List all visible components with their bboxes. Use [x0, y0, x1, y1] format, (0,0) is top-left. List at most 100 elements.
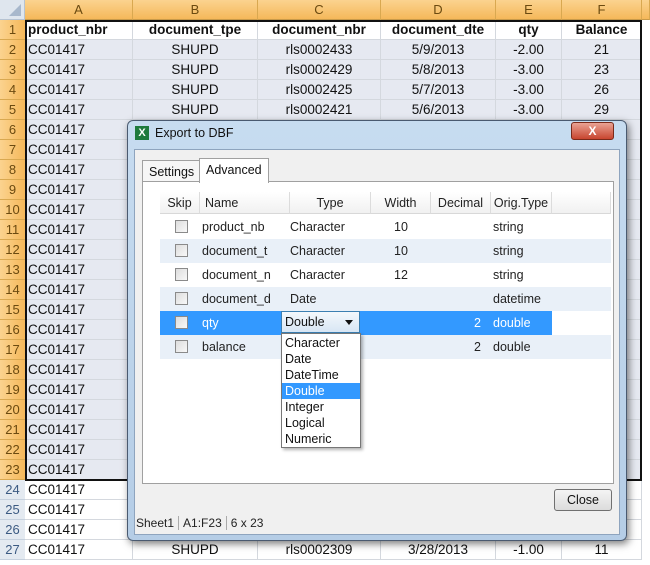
- cell-E3[interactable]: -3.00: [496, 60, 562, 80]
- cell-B27[interactable]: SHUPD: [133, 540, 258, 560]
- skip-checkbox[interactable]: [175, 316, 188, 329]
- field-decimal[interactable]: 2: [441, 311, 481, 335]
- cell-F5[interactable]: 29: [562, 100, 642, 120]
- close-button[interactable]: Close: [554, 489, 612, 511]
- field-type[interactable]: Character: [290, 263, 345, 287]
- column-header-E[interactable]: E: [496, 0, 562, 20]
- row-header[interactable]: 22: [0, 440, 25, 460]
- dialog-titlebar[interactable]: X Export to DBF X: [128, 121, 626, 145]
- cell-D4[interactable]: 5/7/2013: [381, 80, 496, 100]
- cell-A27[interactable]: CC01417: [25, 540, 133, 560]
- grid-header-skip[interactable]: Skip: [160, 192, 200, 214]
- cell-F27[interactable]: 11: [562, 540, 642, 560]
- type-option-date[interactable]: Date: [282, 351, 360, 367]
- type-option-logical[interactable]: Logical: [282, 415, 360, 431]
- field-width[interactable]: 12: [381, 263, 421, 287]
- tab-settings[interactable]: Settings: [142, 160, 202, 182]
- row-header[interactable]: 1: [0, 20, 25, 40]
- cell-A7[interactable]: CC01417: [25, 140, 133, 160]
- cell-F1[interactable]: Balance: [562, 20, 642, 40]
- cell-D27[interactable]: 3/28/2013: [381, 540, 496, 560]
- cell-A12[interactable]: CC01417: [25, 240, 133, 260]
- cell-A19[interactable]: CC01417: [25, 380, 133, 400]
- row-header[interactable]: 16: [0, 320, 25, 340]
- cell-A8[interactable]: CC01417: [25, 160, 133, 180]
- cell-A22[interactable]: CC01417: [25, 440, 133, 460]
- cell-B4[interactable]: SHUPD: [133, 80, 258, 100]
- column-header-F[interactable]: F: [562, 0, 642, 20]
- select-all-corner[interactable]: [0, 0, 25, 20]
- cell-C2[interactable]: rls0002433: [258, 40, 381, 60]
- row-header[interactable]: 12: [0, 240, 25, 260]
- grid-row-document_n[interactable]: document_n Character 12 string: [160, 263, 611, 287]
- grid-header-width[interactable]: Width: [371, 192, 431, 214]
- cell-B2[interactable]: SHUPD: [133, 40, 258, 60]
- column-header-A[interactable]: A: [25, 0, 133, 20]
- cell-C27[interactable]: rls0002309: [258, 540, 381, 560]
- cell-A25[interactable]: CC01417: [25, 500, 133, 520]
- cell-A1[interactable]: product_nbr: [25, 20, 133, 40]
- cell-D2[interactable]: 5/9/2013: [381, 40, 496, 60]
- row-header[interactable]: 9: [0, 180, 25, 200]
- row-header[interactable]: 26: [0, 520, 25, 540]
- cell-A21[interactable]: CC01417: [25, 420, 133, 440]
- cell-B3[interactable]: SHUPD: [133, 60, 258, 80]
- type-option-numeric[interactable]: Numeric: [282, 431, 360, 447]
- cell-E4[interactable]: -3.00: [496, 80, 562, 100]
- row-header[interactable]: 20: [0, 400, 25, 420]
- cell-A13[interactable]: CC01417: [25, 260, 133, 280]
- grid-header-type[interactable]: Type: [290, 192, 371, 214]
- cell-B5[interactable]: SHUPD: [133, 100, 258, 120]
- type-option-character[interactable]: Character: [282, 335, 360, 351]
- cell-A14[interactable]: CC01417: [25, 280, 133, 300]
- row-header[interactable]: 11: [0, 220, 25, 240]
- cell-A2[interactable]: CC01417: [25, 40, 133, 60]
- grid-row-document_d[interactable]: document_d Date datetime: [160, 287, 611, 311]
- row-header[interactable]: 25: [0, 500, 25, 520]
- cell-A15[interactable]: CC01417: [25, 300, 133, 320]
- row-header[interactable]: 8: [0, 160, 25, 180]
- cell-A11[interactable]: CC01417: [25, 220, 133, 240]
- cell-A26[interactable]: CC01417: [25, 520, 133, 540]
- row-header[interactable]: 17: [0, 340, 25, 360]
- type-option-integer[interactable]: Integer: [282, 399, 360, 415]
- row-header[interactable]: 15: [0, 300, 25, 320]
- cell-D1[interactable]: document_dte: [381, 20, 496, 40]
- row-header[interactable]: 21: [0, 420, 25, 440]
- skip-checkbox[interactable]: [175, 244, 188, 257]
- grid-row-document_t[interactable]: document_t Character 10 string: [160, 239, 611, 263]
- column-header-C[interactable]: C: [258, 0, 381, 20]
- row-header[interactable]: 10: [0, 200, 25, 220]
- type-dropdown[interactable]: Double: [281, 311, 360, 333]
- grid-header-orig-type[interactable]: Orig.Type: [491, 192, 552, 214]
- cell-A16[interactable]: CC01417: [25, 320, 133, 340]
- cell-A6[interactable]: CC01417: [25, 120, 133, 140]
- row-header[interactable]: 7: [0, 140, 25, 160]
- cell-D3[interactable]: 5/8/2013: [381, 60, 496, 80]
- row-header[interactable]: 4: [0, 80, 25, 100]
- column-header-B[interactable]: B: [133, 0, 258, 20]
- skip-checkbox[interactable]: [175, 340, 188, 353]
- cell-A24[interactable]: CC01417: [25, 480, 133, 500]
- cell-A9[interactable]: CC01417: [25, 180, 133, 200]
- field-decimal[interactable]: 2: [441, 335, 481, 359]
- row-header[interactable]: 13: [0, 260, 25, 280]
- row-header[interactable]: 18: [0, 360, 25, 380]
- cell-C4[interactable]: rls0002425: [258, 80, 381, 100]
- row-header[interactable]: 24: [0, 480, 25, 500]
- cell-B1[interactable]: document_tpe: [133, 20, 258, 40]
- field-type[interactable]: Date: [290, 287, 316, 311]
- cell-A20[interactable]: CC01417: [25, 400, 133, 420]
- tab-advanced[interactable]: Advanced: [199, 158, 269, 183]
- cell-A3[interactable]: CC01417: [25, 60, 133, 80]
- type-option-double[interactable]: Double: [282, 383, 360, 399]
- column-header-D[interactable]: D: [381, 0, 496, 20]
- cell-C1[interactable]: document_nbr: [258, 20, 381, 40]
- cell-A5[interactable]: CC01417: [25, 100, 133, 120]
- cell-F3[interactable]: 23: [562, 60, 642, 80]
- row-header[interactable]: 2: [0, 40, 25, 60]
- row-header[interactable]: 23: [0, 460, 25, 480]
- cell-A4[interactable]: CC01417: [25, 80, 133, 100]
- cell-A10[interactable]: CC01417: [25, 200, 133, 220]
- grid-header-name[interactable]: Name: [200, 192, 290, 214]
